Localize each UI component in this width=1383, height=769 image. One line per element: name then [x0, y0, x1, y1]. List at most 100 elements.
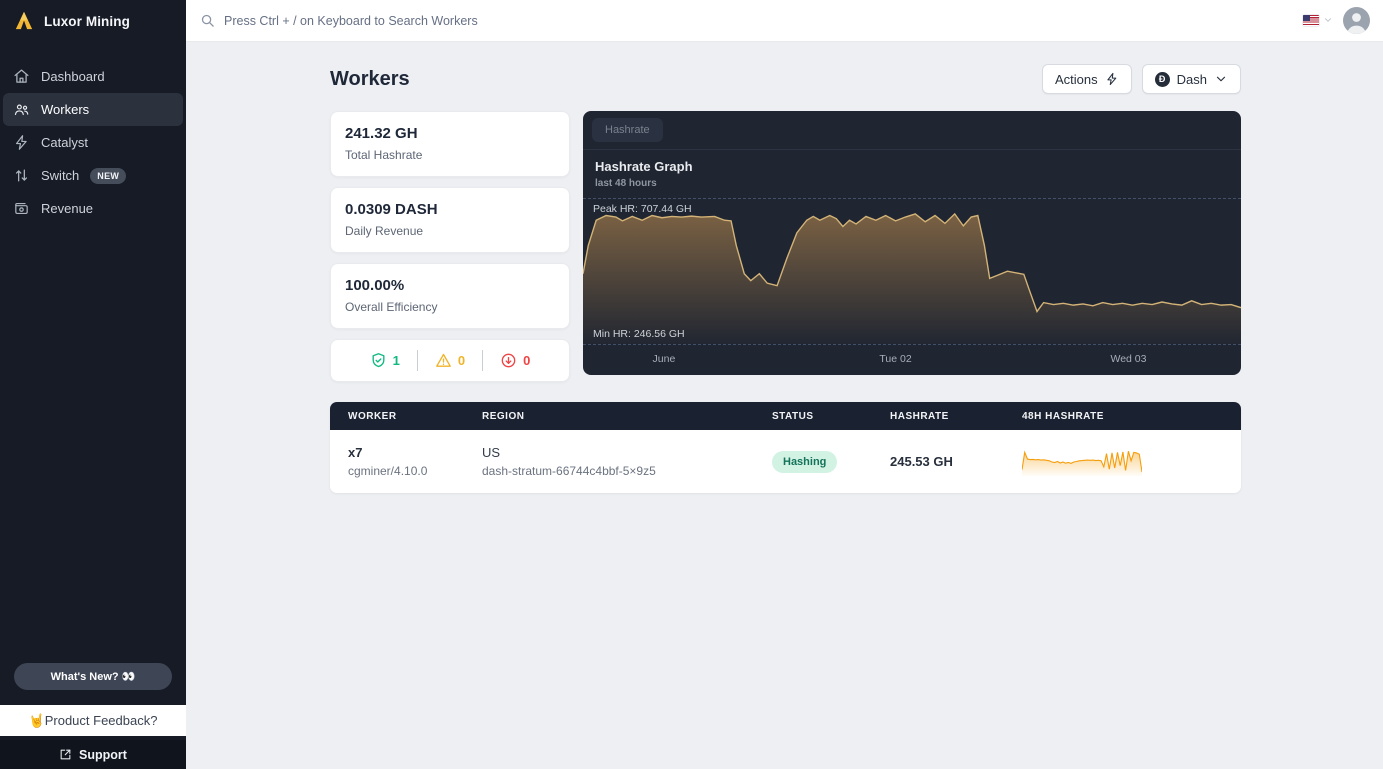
- content: Workers Actions Đ Dash: [330, 63, 1241, 493]
- graph-tabs: Hashrate: [583, 111, 1241, 150]
- whats-new-button[interactable]: What's New? 👀: [14, 663, 172, 690]
- stat-label: Total Hashrate: [345, 148, 555, 162]
- stat-label: Overall Efficiency: [345, 300, 555, 314]
- person-icon: [1343, 7, 1370, 34]
- divider: [482, 350, 483, 371]
- warning-workers-count: 0: [435, 352, 465, 369]
- page-head: Workers Actions Đ Dash: [330, 63, 1241, 95]
- arrow-down-circle-icon: [500, 352, 517, 369]
- sidebar: Luxor Mining Dashboard Workers Catalyst …: [0, 0, 186, 769]
- chevron-down-icon: [1214, 72, 1228, 86]
- workers-table: Worker Region Status Hashrate 48H Hashra…: [330, 402, 1241, 493]
- column-header-hashrate: Hashrate: [890, 411, 1022, 422]
- sidebar-nav: Dashboard Workers Catalyst Switch NEW Re…: [0, 60, 186, 225]
- stat-value: 241.32 GH: [345, 125, 555, 142]
- peak-hashrate-label: Peak HR: 707.44 GH: [593, 203, 692, 215]
- warning-triangle-icon: [435, 352, 452, 369]
- worker-status-summary-card: 1 0 0: [330, 339, 570, 382]
- language-selector[interactable]: [1303, 12, 1333, 30]
- workers-icon: [13, 101, 30, 118]
- sidebar-item-label: Revenue: [41, 201, 93, 216]
- region-name: US: [482, 445, 772, 460]
- column-header-worker: Worker: [330, 411, 482, 422]
- region-cell: US dash-stratum-66744c4bbf-5×9z5: [482, 445, 772, 478]
- chart-region: Peak HR: 707.44 GH Min HR: 246.56 GH: [583, 198, 1241, 345]
- warning-count-value: 0: [458, 353, 465, 368]
- external-link-icon: [59, 748, 72, 761]
- head-actions: Actions Đ Dash: [1042, 64, 1241, 94]
- stat-label: Daily Revenue: [345, 224, 555, 238]
- chart-x-axis: June Tue 02 Wed 03: [583, 345, 1241, 375]
- luxor-logo-icon: [13, 11, 35, 31]
- hashrate-value: 245.53 GH: [890, 454, 953, 469]
- sidebar-item-label: Workers: [41, 102, 89, 117]
- graph-title-block: Hashrate Graph last 48 hours: [583, 150, 1241, 198]
- overall-efficiency-card: 100.00% Overall Efficiency: [330, 263, 570, 329]
- new-badge: NEW: [90, 168, 126, 184]
- column-header-status: Status: [772, 411, 890, 422]
- offline-workers-count: 0: [500, 352, 530, 369]
- min-hashrate-label: Min HR: 246.56 GH: [593, 328, 685, 340]
- support-button[interactable]: Support: [0, 740, 186, 769]
- brand: Luxor Mining: [0, 0, 186, 42]
- worker-sparkline-chart: [1022, 448, 1142, 476]
- user-avatar[interactable]: [1343, 7, 1370, 34]
- x-tick: Tue 02: [879, 353, 911, 365]
- home-icon: [13, 68, 30, 85]
- shield-check-icon: [370, 352, 387, 369]
- sidebar-item-revenue[interactable]: Revenue: [3, 192, 183, 225]
- search-bar: [200, 13, 1303, 28]
- sidebar-item-label: Switch: [41, 168, 79, 183]
- sidebar-item-label: Dashboard: [41, 69, 105, 84]
- hashrate-graph-panel: Hashrate Hashrate Graph last 48 hours Pe…: [583, 111, 1241, 375]
- search-input[interactable]: [224, 14, 704, 28]
- chevron-down-icon: [1323, 12, 1333, 30]
- product-feedback-label: 🤘Product Feedback?: [29, 713, 158, 729]
- stat-value: 0.0309 DASH: [345, 201, 555, 218]
- catalyst-lightning-icon: [13, 134, 30, 151]
- status-badge: Hashing: [772, 451, 837, 473]
- right-pane: Workers Actions Đ Dash: [186, 0, 1383, 769]
- topbar-right: [1303, 7, 1370, 34]
- us-flag-icon: [1303, 15, 1319, 26]
- table-row[interactable]: x7 cgminer/4.10.0 US dash-stratum-66744c…: [330, 430, 1241, 493]
- sidebar-item-switch[interactable]: Switch NEW: [3, 159, 183, 192]
- support-label: Support: [79, 748, 127, 762]
- sidebar-item-catalyst[interactable]: Catalyst: [3, 126, 183, 159]
- table-header: Worker Region Status Hashrate 48H Hashra…: [330, 402, 1241, 430]
- status-cell: Hashing: [772, 451, 890, 473]
- revenue-icon: [13, 200, 30, 217]
- dash-coin-icon: Đ: [1155, 72, 1170, 87]
- active-workers-count: 1: [370, 352, 400, 369]
- stat-value: 100.00%: [345, 277, 555, 294]
- search-icon: [200, 13, 215, 28]
- coin-selector-label: Dash: [1177, 72, 1207, 87]
- x-tick: June: [653, 353, 676, 365]
- worker-cell: x7 cgminer/4.10.0: [330, 445, 482, 478]
- stratum-endpoint: dash-stratum-66744c4bbf-5×9z5: [482, 464, 772, 478]
- product-feedback-button[interactable]: 🤘Product Feedback?: [0, 705, 186, 736]
- sidebar-item-label: Catalyst: [41, 135, 88, 150]
- lightning-icon: [1105, 72, 1119, 86]
- sidebar-item-workers[interactable]: Workers: [3, 93, 183, 126]
- graph-subtitle: last 48 hours: [595, 178, 1229, 189]
- brand-name: Luxor Mining: [44, 14, 130, 29]
- app-root: Luxor Mining Dashboard Workers Catalyst …: [0, 0, 1383, 769]
- hashrate-area-chart: [583, 199, 1241, 344]
- total-hashrate-card: 241.32 GH Total Hashrate: [330, 111, 570, 177]
- whats-new-label: What's New? 👀: [51, 670, 136, 683]
- sidebar-spacer: [0, 225, 186, 663]
- switch-arrows-icon: [13, 167, 30, 184]
- tab-hashrate[interactable]: Hashrate: [592, 118, 663, 142]
- active-count-value: 1: [393, 353, 400, 368]
- main-area: Workers Actions Đ Dash: [186, 42, 1383, 769]
- dashboard-row: 241.32 GH Total Hashrate 0.0309 DASH Dai…: [330, 111, 1241, 382]
- worker-agent: cgminer/4.10.0: [348, 464, 482, 478]
- sidebar-item-dashboard[interactable]: Dashboard: [3, 60, 183, 93]
- sparkline-cell: [1022, 448, 1241, 476]
- stat-cards-column: 241.32 GH Total Hashrate 0.0309 DASH Dai…: [330, 111, 570, 382]
- offline-count-value: 0: [523, 353, 530, 368]
- coin-selector-button[interactable]: Đ Dash: [1142, 64, 1241, 94]
- actions-button[interactable]: Actions: [1042, 64, 1132, 94]
- worker-name: x7: [348, 445, 482, 460]
